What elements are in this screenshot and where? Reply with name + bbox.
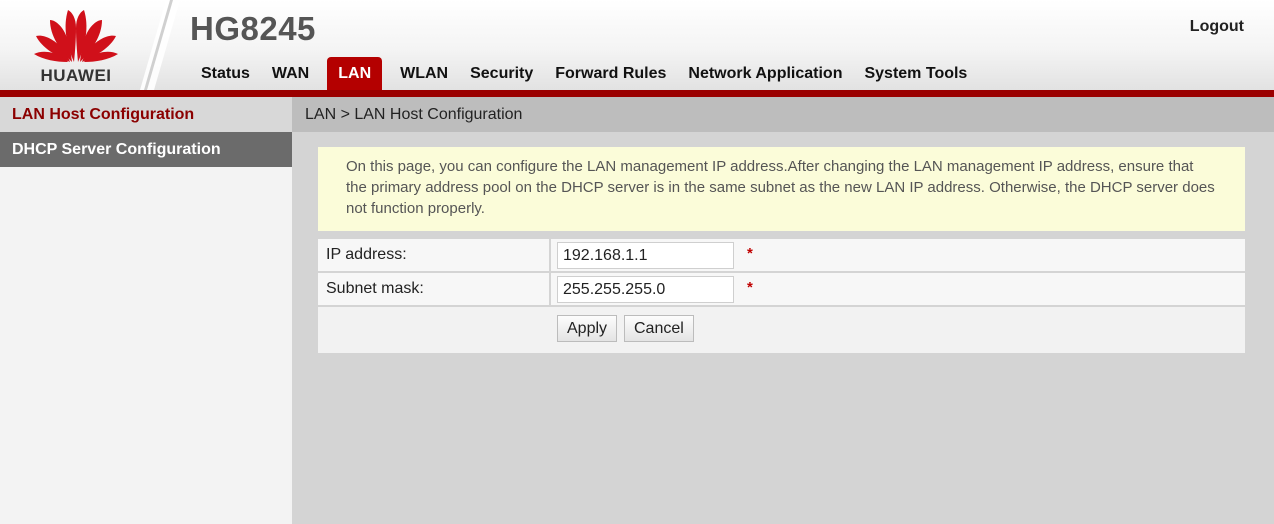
subnet-mask-cell: * — [551, 273, 1245, 305]
header-bar: HUAWEI HG8245 Logout Status WAN LAN WLAN… — [0, 0, 1274, 90]
subnet-mask-input[interactable] — [557, 276, 734, 303]
header-divider — [140, 0, 180, 90]
nav-tab-lan[interactable]: LAN — [327, 57, 383, 90]
logo-text: HUAWEI — [40, 66, 112, 85]
lan-host-form: IP address: * Subnet mask: * Apply Cance… — [318, 239, 1245, 353]
ip-address-row: IP address: * — [318, 239, 1245, 273]
huawei-logo-icon — [34, 10, 118, 62]
subnet-mask-label: Subnet mask: — [318, 273, 551, 305]
main-nav: Status WAN LAN WLAN Security Forward Rul… — [191, 57, 979, 90]
logout-link[interactable]: Logout — [1190, 18, 1244, 36]
nav-tab-wan[interactable]: WAN — [262, 57, 319, 90]
nav-tab-forward-rules[interactable]: Forward Rules — [545, 57, 676, 90]
nav-tab-network-application[interactable]: Network Application — [678, 57, 852, 90]
ip-address-label: IP address: — [318, 239, 551, 271]
sidebar: LAN Host Configuration DHCP Server Confi… — [0, 97, 292, 524]
cancel-button[interactable]: Cancel — [624, 315, 694, 342]
sidebar-item-lan-host-configuration[interactable]: LAN Host Configuration — [0, 97, 292, 132]
nav-tab-system-tools[interactable]: System Tools — [854, 57, 977, 90]
nav-tab-wlan[interactable]: WLAN — [390, 57, 458, 90]
nav-tab-security[interactable]: Security — [460, 57, 543, 90]
sidebar-item-dhcp-server-configuration[interactable]: DHCP Server Configuration — [0, 132, 292, 167]
subnet-mask-row: Subnet mask: * — [318, 273, 1245, 307]
main-content: LAN > LAN Host Configuration On this pag… — [292, 97, 1274, 524]
form-actions: Apply Cancel — [318, 307, 1245, 353]
required-marker: * — [747, 279, 753, 296]
required-marker: * — [747, 245, 753, 262]
nav-tab-status[interactable]: Status — [191, 57, 260, 90]
info-notice: On this page, you can configure the LAN … — [318, 147, 1245, 231]
ip-address-input[interactable] — [557, 242, 734, 269]
apply-button[interactable]: Apply — [557, 315, 618, 342]
header-accent-bar — [0, 90, 1274, 97]
brand-logo[interactable]: HUAWEI — [0, 0, 160, 90]
device-model-title: HG8245 — [190, 10, 316, 47]
breadcrumb: LAN > LAN Host Configuration — [292, 97, 1274, 132]
ip-address-cell: * — [551, 239, 1245, 271]
